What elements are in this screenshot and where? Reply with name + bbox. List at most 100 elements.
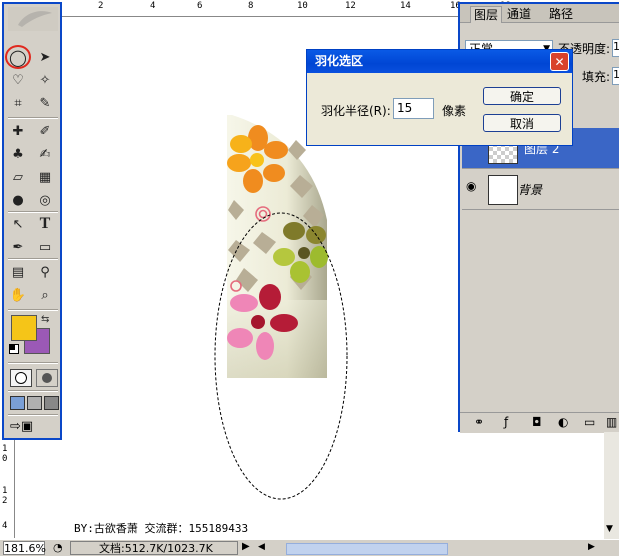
- feather-selection-dialog: 羽化选区 ✕ 羽化半径(R): 15 像素 确定 取消: [306, 49, 573, 146]
- close-icon[interactable]: ✕: [550, 52, 569, 71]
- lasso-icon: ♡: [12, 72, 24, 88]
- history-brush-tool[interactable]: ✍: [34, 144, 56, 164]
- lasso-tool[interactable]: ♡: [7, 70, 29, 90]
- notes-tool[interactable]: ▤: [7, 262, 29, 282]
- clone-stamp-icon: ♣: [12, 146, 24, 162]
- layer-mask-icon[interactable]: ◘: [532, 415, 542, 429]
- eraser-icon: ▱: [13, 169, 23, 185]
- play-menu-icon[interactable]: ▶: [242, 541, 250, 552]
- history-brush-icon: ✍: [39, 146, 51, 162]
- blur-tool[interactable]: ●: [7, 190, 29, 210]
- slice-tool[interactable]: ✎: [34, 93, 56, 113]
- move-icon: ➤: [39, 49, 51, 65]
- dialog-title: 羽化选区: [315, 54, 364, 68]
- healing-brush-tool[interactable]: ✚: [7, 121, 29, 141]
- scroll-left-icon[interactable]: ◀: [258, 542, 265, 552]
- swap-colors-icon[interactable]: ⇆: [41, 314, 49, 325]
- screen-mode-standard-icon[interactable]: [10, 396, 25, 410]
- fill-input[interactable]: 1: [612, 67, 619, 85]
- link-layers-icon[interactable]: ⚭: [474, 415, 484, 429]
- magic-wand-tool[interactable]: ✧: [34, 70, 56, 90]
- watermark-text: BY:古欲香萧 交流群：155189433: [74, 522, 249, 535]
- layer-row-background[interactable]: ◉ 背景: [462, 168, 619, 209]
- dialog-titlebar[interactable]: 羽化选区 ✕: [307, 50, 572, 73]
- brush-icon: ✐: [39, 123, 51, 139]
- crop-icon: ⌗: [14, 95, 22, 111]
- horizontal-scroll-thumb[interactable]: [286, 543, 448, 555]
- move-tool[interactable]: ➤: [34, 47, 56, 67]
- toolbox-divider: [8, 414, 58, 416]
- tool-highlight-circle: [5, 45, 31, 69]
- layers-bottom-bar: ⚭ ƒ ◘ ◐ ▭ ▥: [460, 412, 619, 433]
- zoom-magnifier-icon: ⌕: [41, 287, 49, 303]
- magic-wand-icon: ✧: [39, 72, 51, 88]
- notes-icon: ▤: [11, 264, 25, 280]
- dodge-tool[interactable]: ◎: [34, 190, 56, 210]
- status-icon: ◔: [53, 541, 63, 554]
- tab-channels[interactable]: 通道: [504, 6, 534, 22]
- fill-label: 填充:: [582, 70, 611, 84]
- toolbox-divider: [8, 390, 58, 392]
- hand-tool[interactable]: ✋: [7, 285, 29, 305]
- layers-divider: [462, 209, 619, 210]
- type-icon: T: [39, 215, 51, 232]
- vertical-scrollbar[interactable]: ▼: [604, 432, 619, 539]
- cancel-button[interactable]: 取消: [483, 114, 561, 132]
- adjustment-layer-icon[interactable]: ◐: [558, 415, 568, 429]
- hand-icon: ✋: [9, 287, 27, 303]
- zoom-level[interactable]: 181.6%: [3, 541, 46, 555]
- quick-mask-button[interactable]: [36, 369, 58, 387]
- toolbox-divider: [8, 309, 58, 311]
- gradient-tool[interactable]: ▦: [34, 167, 56, 187]
- new-layer-icon[interactable]: ▭: [584, 415, 595, 429]
- layer-style-icon[interactable]: ƒ: [504, 415, 508, 429]
- rectangle-shape-icon: ▭: [38, 239, 52, 255]
- toolbox: ◯ ➤ ♡ ✧ ⌗ ✎ ✚ ✐ ♣ ✍ ▱ ▦ ● ◎ ↖ T ✒ ▭ ▤ ⚲ …: [2, 2, 62, 440]
- eyedropper-icon: ⚲: [40, 264, 50, 280]
- dodge-icon: ◎: [39, 192, 51, 208]
- scroll-right-icon[interactable]: ▶: [588, 542, 595, 552]
- default-colors-icon[interactable]: [9, 344, 19, 354]
- arrow-select-icon: ↖: [12, 216, 24, 232]
- eyedropper-tool[interactable]: ⚲: [34, 262, 56, 282]
- status-bar: 181.6% ◔ 文档:512.7K/1023.7K ▶ ◀ ▶: [0, 539, 619, 556]
- foreground-color-swatch-top: [11, 315, 37, 341]
- slice-icon: ✎: [39, 95, 51, 111]
- crop-tool[interactable]: ⌗: [7, 93, 29, 113]
- clone-stamp-tool[interactable]: ♣: [7, 144, 29, 164]
- opacity-input[interactable]: 1: [612, 39, 619, 57]
- feather-radius-label: 羽化半径(R):: [321, 104, 391, 118]
- standard-mode-button[interactable]: [10, 369, 32, 387]
- path-selection-tool[interactable]: ↖: [7, 214, 29, 234]
- toolbox-divider: [8, 258, 58, 260]
- tab-paths[interactable]: 路径: [546, 6, 576, 22]
- toolbox-divider: [8, 362, 58, 364]
- toolbox-divider: [8, 117, 58, 119]
- screen-mode-full-icon[interactable]: [44, 396, 59, 410]
- pen-tool[interactable]: ✒: [7, 237, 29, 257]
- screen-mode-menu-icon[interactable]: [27, 396, 42, 410]
- eraser-tool[interactable]: ▱: [7, 167, 29, 187]
- layer-name: 背景: [518, 183, 543, 197]
- eye-visibility-icon[interactable]: ◉: [466, 179, 476, 193]
- document-size-info: 文档:512.7K/1023.7K: [70, 541, 238, 555]
- gradient-icon: ▦: [38, 169, 52, 185]
- zoom-tool[interactable]: ⌕: [34, 285, 56, 305]
- unit-label: 像素: [442, 104, 467, 118]
- type-tool[interactable]: T: [34, 214, 56, 234]
- healing-brush-icon: ✚: [12, 123, 24, 139]
- blur-drop-icon: ●: [12, 192, 24, 208]
- trash-icon[interactable]: ▥: [606, 415, 617, 429]
- brush-tool[interactable]: ✐: [34, 121, 56, 141]
- layer-thumbnail: [488, 175, 518, 205]
- pen-icon: ✒: [12, 239, 24, 255]
- feather-logo: [8, 7, 58, 31]
- feather-radius-value: 15: [397, 101, 413, 115]
- scroll-down-icon[interactable]: ▼: [606, 524, 613, 534]
- tab-layers[interactable]: 图层: [470, 6, 503, 23]
- toolbox-divider: [8, 211, 58, 213]
- feather-radius-input[interactable]: 15: [393, 98, 434, 119]
- shape-tool[interactable]: ▭: [34, 237, 56, 257]
- ok-button[interactable]: 确定: [483, 87, 561, 105]
- jump-to-imageready-icon[interactable]: ⇨▣: [10, 419, 33, 434]
